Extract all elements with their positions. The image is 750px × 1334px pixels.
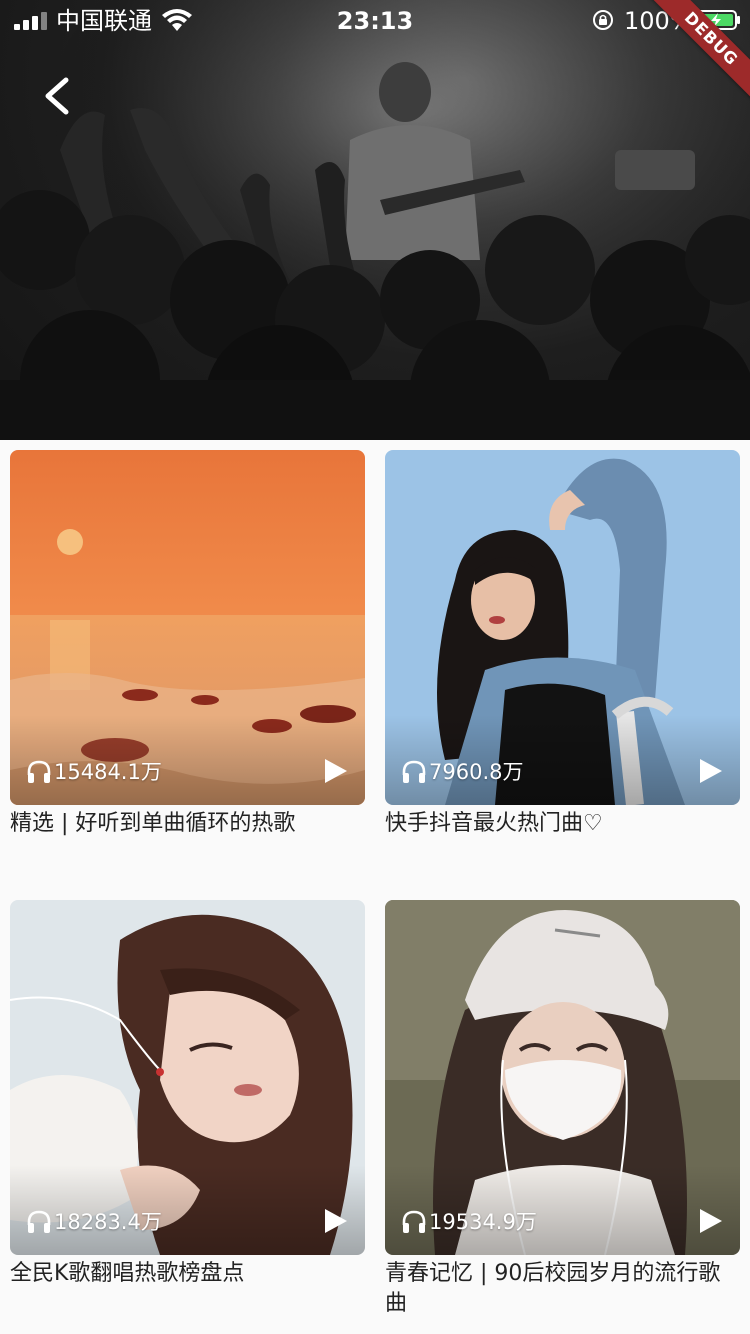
- play-count: 18283.4万: [26, 1207, 162, 1237]
- playlist-title[interactable]: 青春记忆 | 90后校园岁月的流行歌曲: [385, 1259, 740, 1319]
- play-count: 15484.1万: [26, 757, 162, 787]
- play-icon[interactable]: [698, 1207, 724, 1235]
- headphones-icon: [402, 760, 426, 783]
- play-icon[interactable]: [698, 757, 724, 785]
- play-count-value: 15484.1万: [54, 760, 162, 784]
- play-count: 7960.8万: [401, 757, 523, 787]
- play-count-value: 19534.9万: [429, 1210, 537, 1234]
- headphones-icon: [27, 1210, 51, 1233]
- playlist-card[interactable]: 7960.8万 快手抖音最火热门曲♡: [385, 450, 740, 839]
- playlist-cover[interactable]: 15484.1万: [10, 450, 365, 805]
- status-bar: 中国联通 23:13 100%: [0, 0, 750, 40]
- play-count: 19534.9万: [401, 1207, 537, 1237]
- orientation-lock-icon: [593, 10, 613, 30]
- playlist-cover[interactable]: 19534.9万: [385, 900, 740, 1255]
- playlist-cover[interactable]: 18283.4万: [10, 900, 365, 1255]
- headphones-icon: [27, 760, 51, 783]
- header-banner: 中国联通 23:13 100%: [0, 0, 750, 440]
- concert-crowd-image: [0, 0, 750, 440]
- play-icon[interactable]: [323, 1207, 349, 1235]
- playlist-title[interactable]: 快手抖音最火热门曲♡: [385, 809, 740, 839]
- playlist-title[interactable]: 全民K歌翻唱热歌榜盘点: [10, 1259, 365, 1289]
- playlist-title[interactable]: 精选 | 好听到单曲循环的热歌: [10, 809, 365, 839]
- playlist-card[interactable]: 15484.1万 精选 | 好听到单曲循环的热歌: [10, 450, 365, 839]
- play-count-value: 7960.8万: [429, 760, 524, 784]
- playlist-card[interactable]: 18283.4万 全民K歌翻唱热歌榜盘点: [10, 900, 365, 1289]
- back-button[interactable]: [36, 74, 80, 118]
- headphones-icon: [402, 1210, 426, 1233]
- playlist-card[interactable]: 19534.9万 青春记忆 | 90后校园岁月的流行歌曲: [385, 900, 740, 1319]
- playlist-cover[interactable]: 7960.8万: [385, 450, 740, 805]
- play-icon[interactable]: [323, 757, 349, 785]
- play-count-value: 18283.4万: [54, 1210, 162, 1234]
